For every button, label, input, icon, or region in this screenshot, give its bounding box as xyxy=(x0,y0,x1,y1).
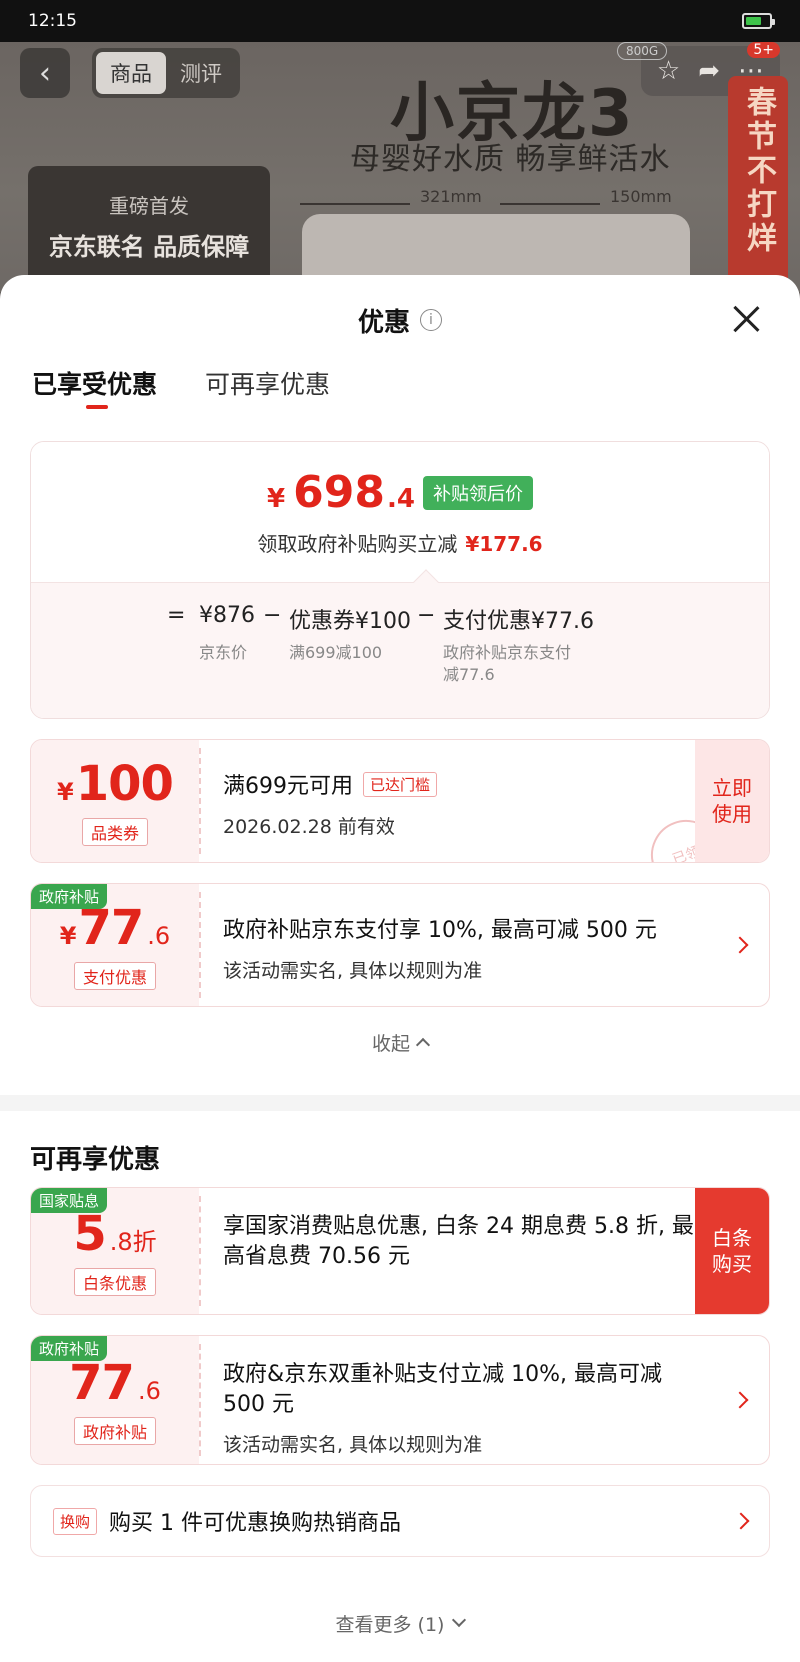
section-more-discounts-title: 可再享优惠 xyxy=(30,1145,161,1175)
formula-pay-label-1: 政府补贴京东支付 xyxy=(443,643,572,662)
exchange-text: 购买 1 件可优惠换购热销商品 xyxy=(109,1511,401,1536)
battery-icon xyxy=(742,13,775,29)
info-icon[interactable]: i xyxy=(420,309,442,331)
dual-subsidy-details: 政府&京东双重补贴支付立减 10%, 最高可减 500 元 该活动需实名, 具体… xyxy=(201,1336,711,1464)
coupon-value: ¥100 品类券 xyxy=(31,740,199,862)
tab-review[interactable]: 测评 xyxy=(166,52,236,94)
product-header: ‹ 商品 测评 小京龙3 母婴好水质 畅享鲜活水 ☆ ➦ ⋯ 800G 5+ 春… xyxy=(0,42,800,292)
close-button[interactable] xyxy=(732,305,760,333)
exchange-offer[interactable]: 换购 购买 1 件可优惠换购热销商品 xyxy=(30,1485,770,1557)
currency-symbol: ¥ xyxy=(267,484,286,514)
dim-width: 321mm xyxy=(420,187,482,206)
sheet-title-text: 优惠 xyxy=(357,307,410,338)
product-subtitle: 母婴好水质 畅享鲜活水 xyxy=(350,142,671,177)
discount-sheet: 优惠 i 已享受优惠 可再享优惠 ¥ 698 .4 补贴领后价 领取政府补贴购买… xyxy=(0,275,800,1662)
status-time: 12:15 xyxy=(28,11,77,31)
gov-subsidy-tag: 政府补贴 xyxy=(31,884,108,909)
interest-discount-details: 享国家消费贴息优惠, 白条 24 期息费 5.8 折, 最高省息费 70.56 … xyxy=(201,1188,695,1314)
payment-discount-card[interactable]: 政府补贴 ¥77.6 支付优惠 政府补贴京东支付享 10%, 最高可减 500 … xyxy=(30,883,770,1007)
interest-discount-text: 享国家消费贴息优惠, 白条 24 期息费 5.8 折, 最高省息费 70.56 … xyxy=(223,1214,694,1269)
formula-minus-2: − xyxy=(417,603,436,628)
formula-equals: = xyxy=(167,603,186,628)
tab-enjoyed[interactable]: 已享受优惠 xyxy=(32,365,157,409)
national-subsidy-tag: 国家贴息 xyxy=(31,1188,108,1213)
interest-decimal: .8折 xyxy=(109,1228,157,1256)
price-integer: 698 xyxy=(293,467,385,518)
interest-amount: 5 xyxy=(73,1206,106,1262)
formula-coupon-label: 满699减100 xyxy=(289,643,383,662)
sheet-title: 优惠 i xyxy=(358,302,442,339)
formula-jd-price-label: 京东价 xyxy=(199,643,248,662)
subsidy-price-tag: 补贴领后价 xyxy=(422,475,533,510)
summary-description: 领取政府补贴购买立减 ¥177.6 xyxy=(257,528,542,557)
interest-discount-type: 白条优惠 xyxy=(73,1268,156,1296)
chevron-down-icon xyxy=(452,1612,467,1628)
formula-minus-1: − xyxy=(263,603,282,628)
formula-pay-discount: 支付优惠¥77.6 xyxy=(443,609,594,634)
weight-badge: 800G xyxy=(617,42,668,60)
formula-jd-price: ¥876 xyxy=(199,603,255,628)
price-decimal: .4 xyxy=(386,484,415,514)
dimensions: 321mm 150mm xyxy=(300,187,680,217)
payment-currency: ¥ xyxy=(59,922,77,950)
payment-decimal: .6 xyxy=(147,922,171,950)
dual-subsidy-type: 政府补贴 xyxy=(73,1417,156,1445)
coupon-type: 品类券 xyxy=(81,818,148,846)
payment-discount-line-1: 政府补贴京东支付享 10%, 最高可减 500 元 xyxy=(223,918,657,943)
coupon-amount: 100 xyxy=(75,756,174,812)
collapse-button[interactable]: 收起 xyxy=(0,1007,800,1077)
payment-discount-type: 支付优惠 xyxy=(73,962,156,990)
side-banner[interactable]: 春节不打烊 xyxy=(728,76,788,292)
category-coupon[interactable]: ¥100 品类券 满699元可用 已达门槛 2026.02.28 前有效 已领 立… xyxy=(30,739,770,863)
dual-subsidy-line-1: 政府&京东双重补贴支付立减 10%, 最高可减 500 元 xyxy=(223,1362,663,1417)
dual-subsidy-decimal: .6 xyxy=(137,1377,161,1405)
promo-box: 重磅首发 京东联名 品质保障 xyxy=(28,166,270,286)
chevron-right-icon xyxy=(731,936,749,954)
interest-discount-card[interactable]: 国家贴息 5.8折 白条优惠 享国家消费贴息优惠, 白条 24 期息费 5.8 … xyxy=(30,1187,770,1315)
coupon-details: 满699元可用 已达门槛 2026.02.28 前有效 xyxy=(201,740,695,862)
payment-discount-line-2: 该活动需实名, 具体以规则为准 xyxy=(223,960,483,982)
gov-subsidy-tag-2: 政府补贴 xyxy=(31,1336,108,1361)
dual-subsidy-card[interactable]: 政府补贴 77.6 政府补贴 政府&京东双重补贴支付立减 10%, 最高可减 5… xyxy=(30,1335,770,1465)
formula-coupon: 优惠券¥100 xyxy=(289,609,411,634)
message-count-badge: 5+ xyxy=(747,42,780,58)
dim-depth: 150mm xyxy=(610,187,672,206)
exchange-chip: 换购 xyxy=(53,1507,98,1535)
tab-product[interactable]: 商品 xyxy=(96,52,166,94)
back-button[interactable]: ‹ xyxy=(20,48,70,98)
formula-pay-label-2: 减77.6 xyxy=(443,665,495,684)
star-icon[interactable]: ☆ xyxy=(657,56,680,86)
price-summary-card: ¥ 698 .4 补贴领后价 领取政府补贴购买立减 ¥177.6 = ¥876 京… xyxy=(30,441,770,719)
payment-discount-details: 政府补贴京东支付享 10%, 最高可减 500 元 该活动需实名, 具体以规则为… xyxy=(201,884,711,1006)
price-formula: = ¥876 京东价 − 优惠券¥100 满699减100 − 支付优惠¥77.… xyxy=(31,569,769,718)
use-now-button[interactable]: 立即使用 xyxy=(695,740,769,862)
dual-subsidy-line-2: 该活动需实名, 具体以规则为准 xyxy=(223,1434,483,1456)
chevron-left-icon: ‹ xyxy=(39,55,51,91)
coupon-currency: ¥ xyxy=(57,778,74,806)
sheet-header: 优惠 i xyxy=(0,275,800,365)
tab-more-available[interactable]: 可再享优惠 xyxy=(205,365,330,401)
final-price: ¥ 698 .4 补贴领后价 xyxy=(267,467,533,518)
discount-tabs: 已享受优惠 可再享优惠 xyxy=(0,365,800,421)
share-icon[interactable]: ➦ xyxy=(698,56,720,86)
price-summary-top: ¥ 698 .4 补贴领后价 领取政府补贴购买立减 ¥177.6 xyxy=(31,442,769,582)
view-more-button[interactable]: 查看更多 (1) xyxy=(0,1584,800,1662)
promo-line-1: 重磅首发 xyxy=(109,194,189,218)
status-bar: 12:15 xyxy=(0,0,800,42)
threshold-reached-chip: 已达门槛 xyxy=(363,771,438,797)
chevron-right-icon xyxy=(732,1512,750,1530)
summary-desc-text: 领取政府补贴购买立减 xyxy=(257,532,458,556)
chevron-right-icon xyxy=(731,1391,749,1409)
promo-line-2: 京东联名 品质保障 xyxy=(48,233,250,261)
coupon-condition: 满699元可用 xyxy=(223,774,353,799)
collapse-label: 收起 xyxy=(371,1032,410,1055)
dual-subsidy-amount: 77 xyxy=(69,1355,135,1411)
view-more-label: 查看更多 (1) xyxy=(335,1613,445,1636)
product-tab-switch[interactable]: 商品 测评 xyxy=(92,48,240,98)
chevron-up-icon xyxy=(415,1037,431,1053)
section-divider xyxy=(0,1095,800,1111)
baitiao-buy-button[interactable]: 白条购买 xyxy=(695,1188,769,1314)
coupon-expiry: 2026.02.28 前有效 xyxy=(223,816,395,838)
summary-desc-amount: ¥177.6 xyxy=(465,532,543,556)
